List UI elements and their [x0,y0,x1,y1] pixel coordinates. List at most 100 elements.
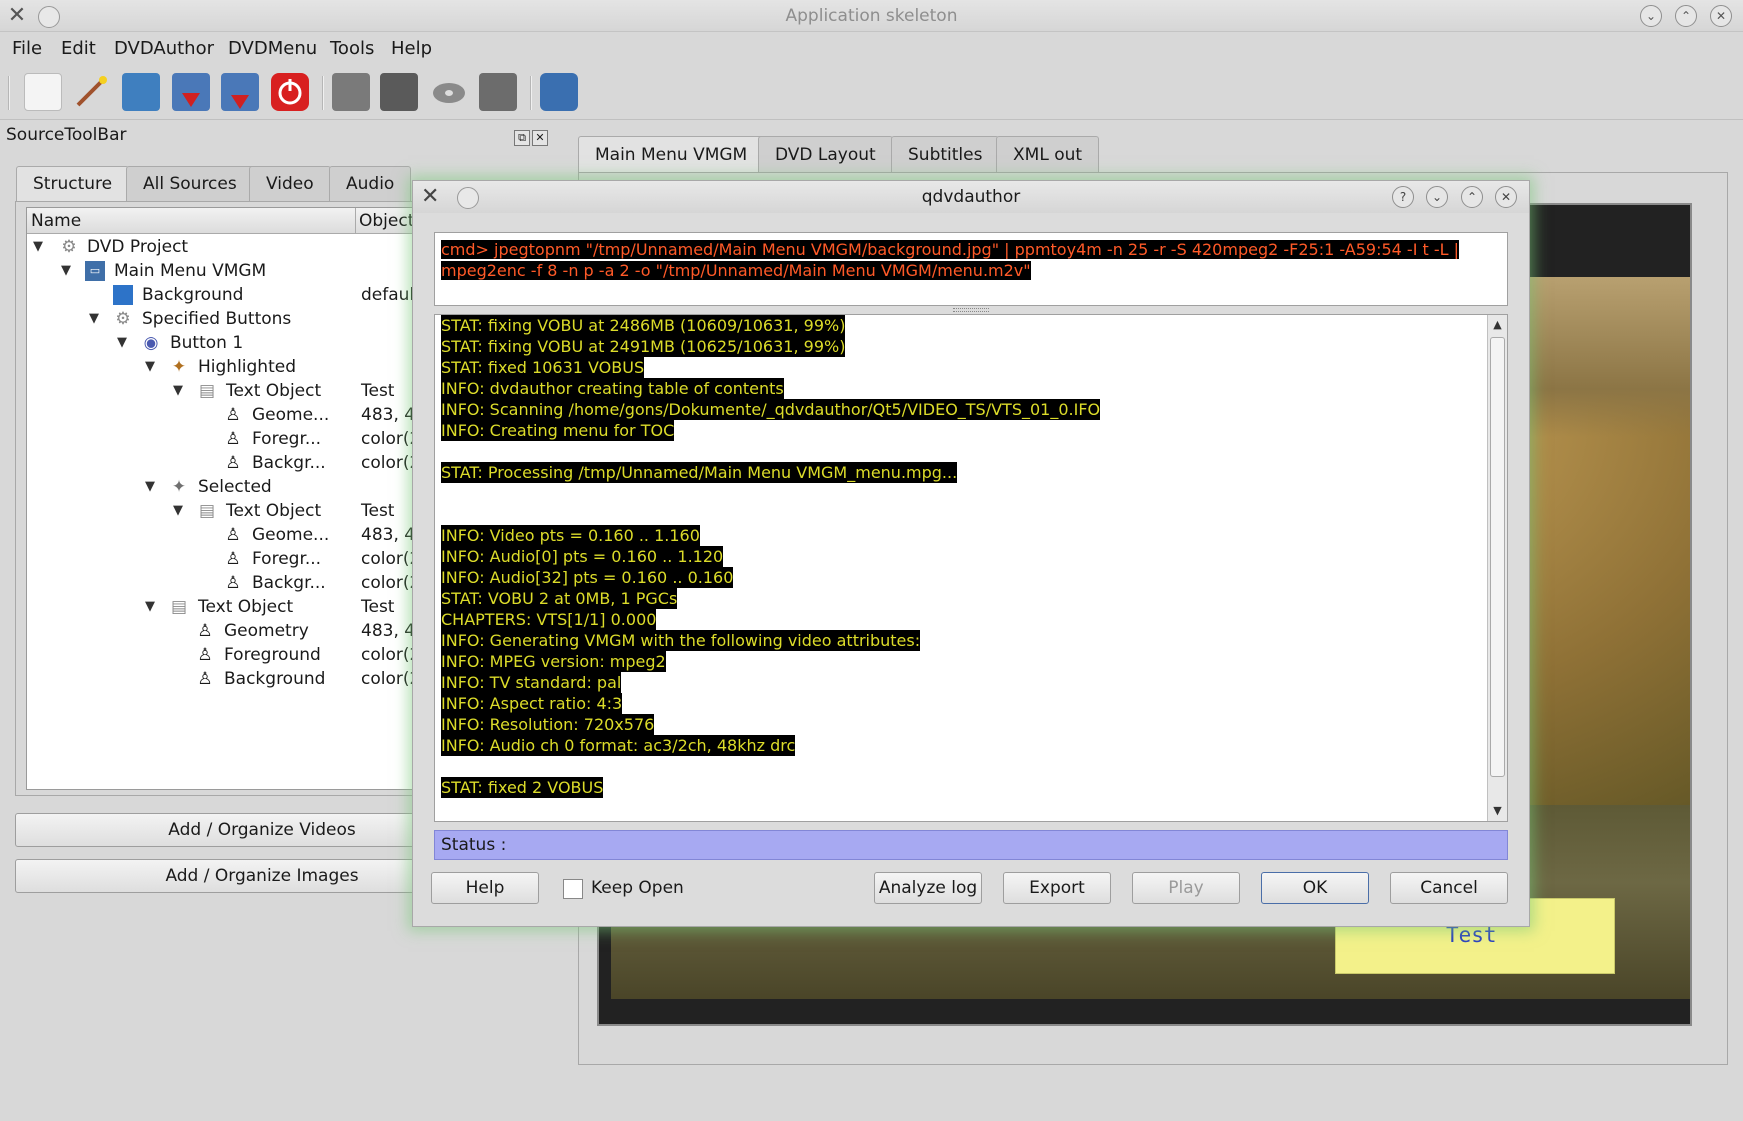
film-settings-icon[interactable] [479,73,517,111]
menu-dvdauthor[interactable]: DVDAuthor [114,38,214,59]
penguin-icon: ♙ [197,645,213,665]
log-output[interactable]: STAT: fixing VOBU at 2486MB (10609/10631… [434,314,1508,822]
help-button[interactable]: Help [431,872,539,904]
tree-row[interactable]: ♙ Foreground color(2 [27,643,414,667]
menu-dvdmenu[interactable]: DVDMenu [228,38,317,59]
tree-row[interactable]: ▼ ◉ Button 1 [27,331,414,355]
log-lines: STAT: fixing VOBU at 2486MB (10609/10631… [441,315,1481,798]
tab-video[interactable]: Video [249,166,331,202]
log-line-text: INFO: dvdauthor creating table of conten… [441,378,784,399]
tree-row[interactable]: ▼ ⚙ DVD Project [27,235,414,259]
log-line-text: STAT: fixed 2 VOBUS [441,777,604,798]
tree-row[interactable]: ♙ Geometry 483, 4 [27,619,414,643]
log-line: INFO: TV standard: pal [441,672,1481,693]
menu-help[interactable]: Help [391,38,432,59]
selected-icon: ✦ [171,477,187,497]
maximize-icon[interactable]: ⌃ [1461,186,1483,208]
maximize-icon[interactable]: ⌃ [1675,5,1697,27]
menubar: File Edit DVDAuthor DVDMenu Tools Help [0,32,1743,64]
wizard-wand-icon[interactable] [72,73,110,111]
export-button[interactable]: Export [1003,872,1111,904]
tree-row[interactable]: ▼ ✦ Selected [27,475,414,499]
dialog-title: qdvdauthor [921,187,1021,207]
log-line: STAT: fixing VOBU at 2491MB (10625/10631… [441,336,1481,357]
column-name[interactable]: Name [31,211,81,231]
text-object-icon: ▤ [170,597,188,617]
log-line: INFO: Audio[32] pts = 0.160 .. 0.160 [441,567,1481,588]
project-icon: ⚙ [61,237,77,257]
export-icon[interactable] [221,73,259,111]
log-line: CHAPTERS: VTS[1/1] 0.000 [441,609,1481,630]
tab-structure[interactable]: Structure [16,166,130,204]
scroll-down-icon[interactable]: ▼ [1488,801,1507,821]
tab-main-menu-vmgm[interactable]: Main Menu VMGM [578,136,765,174]
tree-row[interactable]: ♙ Foregr... color(2 [27,547,414,571]
scroll-thumb[interactable] [1490,337,1505,777]
burn-icon[interactable] [540,73,578,111]
structure-tree[interactable]: Name Object ▼ ⚙ DVD Project ▼ ▭ Main Men… [26,207,415,790]
tab-xml-out[interactable]: XML out [996,136,1100,172]
tree-row[interactable]: ▼ ⚙ Specified Buttons [27,307,414,331]
log-line-text: INFO: MPEG version: mpeg2 [441,651,666,672]
column-object[interactable]: Object [359,211,414,231]
menu-edit[interactable]: Edit [61,38,96,59]
keep-open-checkbox[interactable] [563,879,583,899]
tree-row[interactable]: ♙ Background color(2 [27,667,414,691]
dock-float-icon[interactable]: ⧉ [514,130,530,146]
log-line: STAT: Processing /tmp/Unnamed/Main Menu … [441,462,1481,483]
ok-button[interactable]: OK [1261,872,1369,904]
play-button[interactable]: Play [1132,872,1240,904]
help-question-icon[interactable]: ? [1392,186,1414,208]
log-line: STAT: fixed 10631 VOBUS [441,357,1481,378]
log-line-text: STAT: fixing VOBU at 2486MB (10609/10631… [441,315,846,336]
menu-file[interactable]: File [12,38,42,59]
tree-row[interactable]: Background defaul [27,283,414,307]
minimize-icon[interactable]: ⌄ [1640,5,1662,27]
properties-icon[interactable] [122,73,160,111]
cancel-button[interactable]: Cancel [1390,872,1508,904]
tree-row[interactable]: ▼ ✦ Highlighted [27,355,414,379]
analyze-log-button[interactable]: Analyze log [874,872,982,904]
window-title: Application skeleton [785,6,958,26]
log-line: INFO: Audio ch 0 format: ac3/2ch, 48khz … [441,735,1481,756]
log-line: STAT: fixing VOBU at 2486MB (10609/10631… [441,315,1481,336]
qdvdauthor-dialog: ✕ qdvdauthor ? ⌄ ⌃ ✕ cmd> jpegtopnm "/tm… [412,180,1530,927]
text-object-icon: ▤ [198,501,216,521]
keep-open-label[interactable]: Keep Open [591,878,684,898]
menu-tools[interactable]: Tools [330,38,374,59]
dock-close-icon[interactable]: ✕ [532,130,548,146]
penguin-icon: ♙ [225,573,241,593]
command-output[interactable]: cmd> jpegtopnm "/tmp/Unnamed/Main Menu V… [434,232,1508,306]
tree-row[interactable]: ▼ ▤ Text Object Test [27,379,414,403]
scroll-up-icon[interactable]: ▲ [1488,315,1507,335]
tab-dvd-layout[interactable]: DVD Layout [758,136,893,172]
log-line: INFO: Video pts = 0.160 .. 1.160 [441,525,1481,546]
dock-controls: ⧉ ✕ [514,126,550,146]
splitter-handle[interactable] [953,308,989,312]
tab-audio[interactable]: Audio [329,166,412,202]
tree-row[interactable]: ▼ ▤ Text Object Test [27,499,414,523]
close-icon[interactable]: ✕ [1710,5,1732,27]
tab-all-sources[interactable]: All Sources [126,166,254,202]
dvd-drive-icon[interactable] [380,73,418,111]
close-icon[interactable]: ✕ [1495,186,1517,208]
tree-row[interactable]: ▼ ▭ Main Menu VMGM [27,259,414,283]
movie-strip-icon[interactable] [332,73,370,111]
log-line: INFO: Aspect ratio: 4:3 [441,693,1481,714]
tab-subtitles[interactable]: Subtitles [891,136,1000,172]
new-document-icon[interactable] [24,73,62,111]
disc-icon[interactable] [430,73,468,111]
minimize-icon[interactable]: ⌄ [1426,186,1448,208]
tree-row[interactable]: ♙ Geome... 483, 4 [27,523,414,547]
tree-row[interactable]: ♙ Geome... 483, 4 [27,403,414,427]
import-icon[interactable] [172,73,210,111]
log-scrollbar[interactable]: ▲ ▼ [1487,315,1507,821]
tree-row[interactable]: ▼ ▤ Text Object Test [27,595,414,619]
tree-row[interactable]: ♙ Backgr... color(2 [27,571,414,595]
tree-row[interactable]: ♙ Backgr... color(2 [27,451,414,475]
power-off-icon[interactable] [271,73,309,111]
toolbar-separator [322,76,324,110]
tree-row[interactable]: ♙ Foregr... color(2 [27,427,414,451]
